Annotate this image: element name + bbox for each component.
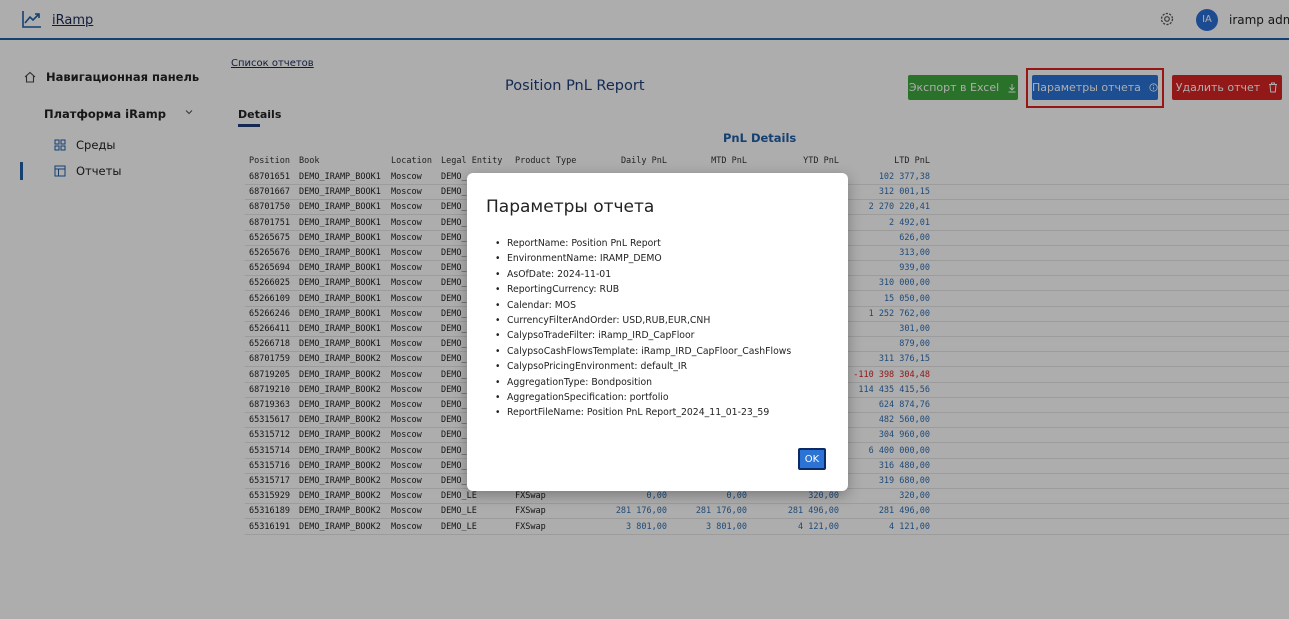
param-item: CalypsoPricingEnvironment: default_IR — [495, 359, 835, 375]
report-params-dialog: Параметры отчета ReportName: Position Pn… — [467, 173, 848, 491]
params-list: ReportName: Position PnL ReportEnvironme… — [495, 236, 835, 421]
param-item: AsOfDate: 2024-11-01 — [495, 267, 835, 283]
param-item: Calendar: MOS — [495, 298, 835, 314]
param-item: ReportName: Position PnL Report — [495, 236, 835, 252]
param-item: CurrencyFilterAndOrder: USD,RUB,EUR,CNH — [495, 313, 835, 329]
param-item: CalypsoCashFlowsTemplate: iRamp_IRD_CapF… — [495, 344, 835, 360]
param-item: CalypsoTradeFilter: iRamp_IRD_CapFloor — [495, 328, 835, 344]
param-item: AggregationSpecification: portfolio — [495, 390, 835, 406]
param-item: EnvironmentName: IRAMP_DEMO — [495, 251, 835, 267]
dialog-title: Параметры отчета — [486, 197, 655, 217]
ok-button[interactable]: OK — [798, 448, 826, 470]
param-item: AggregationType: Bondposition — [495, 375, 835, 391]
param-item: ReportingCurrency: RUB — [495, 282, 835, 298]
param-item: ReportFileName: Position PnL Report_2024… — [495, 405, 835, 421]
